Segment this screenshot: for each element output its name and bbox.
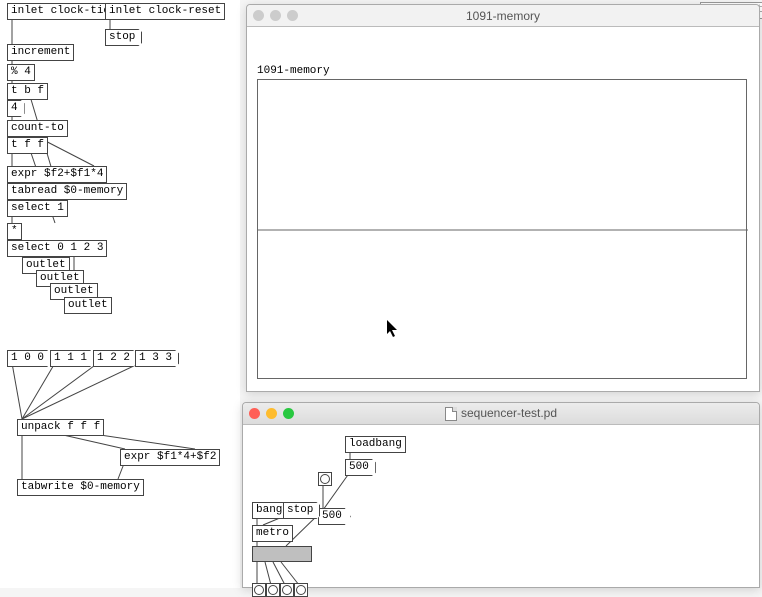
msg-1-0-0[interactable]: 1 0 0 (7, 350, 51, 367)
radio-cell[interactable] (253, 547, 311, 561)
tabread[interactable]: tabread $0-memory (7, 183, 127, 200)
sequencer-wires (243, 425, 761, 587)
metro[interactable]: metro (252, 525, 293, 542)
msg-500a[interactable]: 500 (345, 459, 376, 476)
unpack[interactable]: unpack f f f (17, 419, 104, 436)
memory-window-title: 1091-memory (247, 9, 759, 23)
stop-message[interactable]: stop (105, 29, 142, 46)
msg-1-2-2[interactable]: 1 2 2 (93, 350, 137, 367)
tabwrite[interactable]: tabwrite $0-memory (17, 479, 144, 496)
four-message[interactable]: 4 (7, 100, 25, 117)
memory-window-body[interactable]: 1091-memory (247, 27, 759, 391)
sequencer-window-body[interactable]: loadbang 500 500 bang stop metro (243, 425, 759, 587)
memory-window-titlebar[interactable]: 1091-memory (247, 5, 759, 27)
array-plot (258, 80, 748, 380)
increment-object[interactable]: increment (7, 44, 74, 61)
trigger-b-f[interactable]: t b f (7, 83, 48, 100)
sequencer-subpatch[interactable] (252, 546, 312, 562)
out-bang-4[interactable] (294, 583, 308, 597)
array-label: 1091-memory (257, 65, 330, 77)
sequencer-window-title: sequencer-test.pd (243, 406, 759, 421)
array-display[interactable] (257, 79, 747, 379)
sequencer-window[interactable]: sequencer-test.pd loadbang 500 500 bang … (242, 402, 760, 588)
multiply[interactable]: * (7, 223, 22, 240)
out-bang-1[interactable] (252, 583, 266, 597)
inlet-clock-reset[interactable]: inlet clock-reset (105, 3, 225, 20)
loadbang[interactable]: loadbang (345, 436, 406, 453)
patch-canvas[interactable]: inlet clock-tick inlet clock-reset stop … (0, 0, 240, 588)
select-0-1-2-3[interactable]: select 0 1 2 3 (7, 240, 107, 257)
select-1[interactable]: select 1 (7, 200, 68, 217)
expr-read[interactable]: expr $f2+$f1*4 (7, 166, 107, 183)
memory-window[interactable]: 1091-memory 1091-memory (246, 4, 760, 392)
msg-1-3-3[interactable]: 1 3 3 (135, 350, 179, 367)
stop-message-2[interactable]: stop (283, 502, 320, 519)
bang-button[interactable] (318, 472, 332, 486)
inlet-clock-tick[interactable]: inlet clock-tick (7, 3, 121, 20)
sequencer-window-title-text: sequencer-test.pd (461, 406, 557, 420)
outlet-4[interactable]: outlet (64, 297, 112, 314)
trigger-f-f[interactable]: t f f (7, 137, 48, 154)
expr-write[interactable]: expr $f1*4+$f2 (120, 449, 220, 466)
out-bang-2[interactable] (266, 583, 280, 597)
count-to[interactable]: count-to (7, 120, 68, 137)
num-500b[interactable]: 500 (318, 508, 351, 525)
sequencer-window-titlebar[interactable]: sequencer-test.pd (243, 403, 759, 425)
msg-1-1-1[interactable]: 1 1 1 (50, 350, 94, 367)
mod-4[interactable]: % 4 (7, 64, 35, 81)
out-bang-3[interactable] (280, 583, 294, 597)
file-icon (445, 407, 457, 421)
